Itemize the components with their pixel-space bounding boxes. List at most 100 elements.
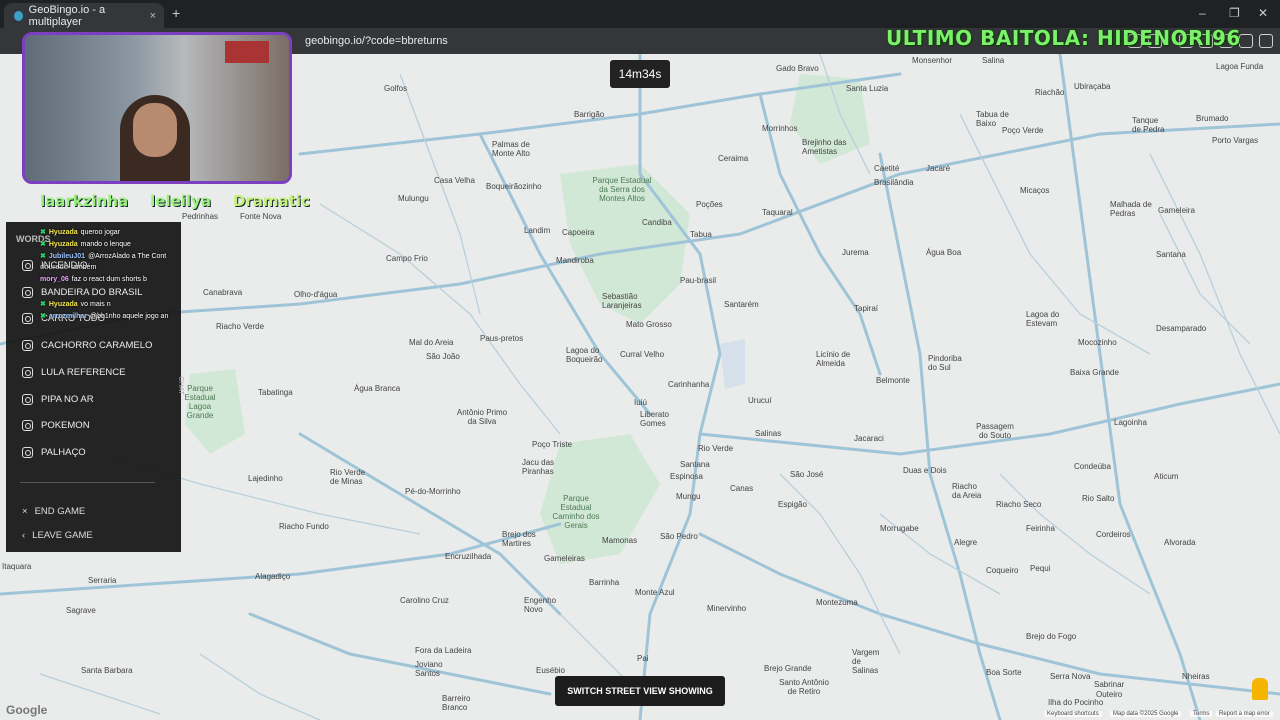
- chat-user: Hyuzada: [48, 228, 78, 236]
- mod-badge-icon: ✖: [40, 241, 46, 248]
- webcam-shelf: [225, 41, 269, 63]
- terms-link[interactable]: Terms: [1190, 711, 1213, 717]
- map-place-label: Casa Velha: [434, 176, 475, 185]
- menu-icon[interactable]: [1259, 34, 1273, 48]
- browser-tab[interactable]: GeoBingo.io - a multiplayer ×: [4, 3, 164, 28]
- map-place-label: Mandiroba: [556, 256, 594, 265]
- camera-icon: [22, 260, 33, 271]
- map-place-label: Pequi: [1030, 564, 1051, 573]
- word-item[interactable]: LULA REFERENCE: [22, 367, 125, 378]
- chat-user: Hyuzada: [48, 240, 78, 248]
- map-park-label: Parque Estadual Lagoa Grande: [184, 384, 216, 420]
- map-data-credit: Map data ©2025 Google: [1110, 711, 1182, 717]
- chat-text: mando o lenque: [80, 240, 131, 248]
- map-place-label: Riacho Seco: [996, 500, 1042, 509]
- word-item[interactable]: PIPA NO AR: [22, 394, 94, 405]
- tab-close-icon[interactable]: ×: [150, 10, 156, 22]
- map-place-label: Santana: [1156, 250, 1186, 259]
- map-place-label: São João: [426, 352, 460, 361]
- chat-message: ✖ arrozmilhar @bb1nho aquele jogo an: [40, 312, 169, 321]
- camera-icon: [22, 420, 33, 431]
- chat-side-tab[interactable]: CHAT: [177, 376, 184, 395]
- map-place-label: Mungu: [676, 492, 701, 501]
- chat-message: ✖ Hyuzada queroo jogar: [40, 228, 120, 237]
- close-window-button[interactable]: ✕: [1258, 6, 1268, 20]
- switch-street-view-button[interactable]: SWITCH STREET VIEW SHOWING: [555, 676, 725, 706]
- map-place-label: Pau-brasil: [680, 276, 717, 285]
- map-place-label: Pedrinhas: [182, 212, 219, 221]
- map-place-label: Riacho Fundo: [279, 522, 329, 531]
- map-place-label: Monsenhor: [912, 56, 953, 65]
- map-place-label: Iuiú: [634, 398, 647, 407]
- word-label: CACHORRO CARAMELO: [41, 340, 153, 351]
- map-place-label: Condeúba: [1074, 462, 1111, 471]
- game-timer: 14m34s: [610, 60, 670, 88]
- map-place-label: Serra Nova: [1050, 672, 1091, 681]
- camera-icon: [22, 447, 33, 458]
- map-place-label: Vargem de Salinas: [852, 648, 880, 675]
- google-logo: Google: [6, 703, 48, 717]
- keyboard-shortcuts-link[interactable]: Keyboard shortcuts: [1044, 711, 1102, 717]
- chat-text: @bb1nho aquele jogo an: [90, 312, 169, 320]
- map-place-label: Lajedinho: [248, 474, 283, 483]
- map-place-label: Morrinhos: [762, 124, 798, 133]
- word-item[interactable]: BANDEIRA DO BRASIL: [22, 287, 142, 298]
- map-place-label: Barreiro Branco: [442, 694, 471, 712]
- map-place-label: Ilha do Pocinho: [1048, 698, 1104, 707]
- map-place-label: Rio Verde: [698, 444, 734, 453]
- map-place-label: Encruzilhada: [445, 552, 492, 561]
- map-place-label: Capoeira: [562, 228, 595, 237]
- stream-overlay-title: ULTIMO BAITOLA: HIDENORI96: [886, 26, 1241, 50]
- words-panel: WORDS INCENDIO BANDEIRA DO BRASIL CARRO …: [6, 222, 184, 552]
- map-place-label: Ceraima: [718, 154, 749, 163]
- tab-title: GeoBingo.io - a multiplayer: [28, 3, 106, 28]
- map-place-label: Baixa Grande: [1070, 368, 1119, 377]
- map-place-label: Golfos: [384, 84, 408, 93]
- mod-badge-icon: ✖: [40, 229, 46, 236]
- chat-text: vo mais n: [80, 300, 111, 308]
- pegman-icon[interactable]: [1252, 678, 1268, 700]
- ticker-name: laarkzinha: [40, 192, 129, 210]
- leave-game-button[interactable]: ‹ LEAVE GAME: [22, 530, 93, 541]
- map-place-label: Aticum: [1154, 472, 1179, 481]
- word-item[interactable]: CACHORRO CARAMELO: [22, 340, 152, 351]
- panel-divider: [20, 482, 155, 483]
- map-place-label: Itaquara: [2, 562, 32, 571]
- chat-user: dourado: [40, 264, 68, 271]
- map-place-label: Urucuí: [748, 396, 772, 405]
- minimize-button[interactable]: –: [1199, 6, 1206, 20]
- map-place-label: Brasilândia: [874, 178, 914, 187]
- map-place-label: Lagoa Funda: [1216, 62, 1264, 71]
- map-place-label: Fonte Nova: [240, 212, 282, 221]
- map-place-label: Duas e Dois: [903, 466, 947, 475]
- map-place-label: Jacaraci: [854, 434, 884, 443]
- map-place-label: Campo Frio: [386, 254, 428, 263]
- stream-name-ticker: laarkzinha leleilya Dramatic: [40, 192, 310, 210]
- url-field[interactable]: geobingo.io/?code=bbreturns: [305, 35, 448, 47]
- map-place-label: Belmonte: [876, 376, 910, 385]
- word-item[interactable]: POKEMON: [22, 420, 90, 431]
- chat-user: arrozmilhar: [48, 312, 87, 320]
- map-place-label: Micaços: [1020, 186, 1050, 195]
- map-place-label: Palmas de Monte Alto: [492, 140, 530, 158]
- end-game-button[interactable]: × END GAME: [22, 506, 85, 517]
- map-place-label: Lagoinha: [1114, 418, 1147, 427]
- maximize-button[interactable]: ❐: [1229, 6, 1240, 20]
- chat-user: mory_06: [40, 276, 69, 283]
- map-place-label: Lagoa do Estevam: [1026, 310, 1060, 328]
- chat-user: Hyuzada: [48, 300, 78, 308]
- shield-icon[interactable]: [1239, 34, 1253, 48]
- map-place-label: Caetité: [874, 164, 900, 173]
- map-place-label: Santana: [680, 460, 710, 469]
- word-item[interactable]: PALHAÇO: [22, 447, 86, 458]
- map-place-label: Poções: [696, 200, 723, 209]
- chat-message: mory_06 faz o react dum shorts b: [40, 276, 147, 283]
- map-place-label: Montezuma: [816, 598, 858, 607]
- report-map-error-link[interactable]: Report a map error: [1216, 711, 1273, 717]
- new-tab-button[interactable]: +: [172, 5, 180, 21]
- map-place-label: Boqueirãozinho: [486, 182, 542, 191]
- map-place-label: Joviano Santos: [415, 660, 443, 678]
- favicon-icon: [14, 10, 23, 21]
- camera-icon: [22, 287, 33, 298]
- camera-icon: [22, 340, 33, 351]
